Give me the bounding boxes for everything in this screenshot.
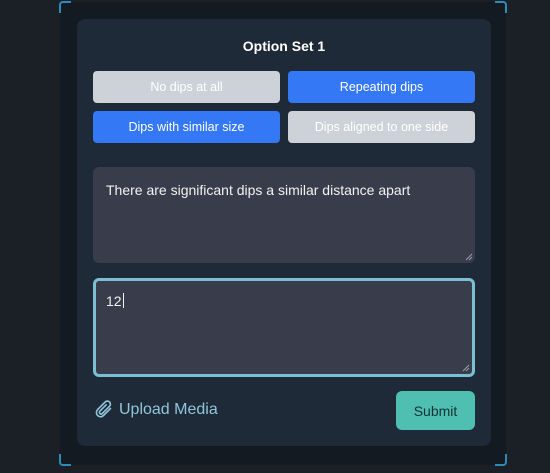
option-repeating-dips-button[interactable]: Repeating dips: [288, 71, 475, 103]
option-set-card: Option Set 1 No dips at all Repeating di…: [77, 19, 491, 446]
option-no-dips-button[interactable]: No dips at all: [93, 71, 280, 103]
frame-corner: [59, 454, 71, 466]
upload-media-button[interactable]: Upload Media: [95, 399, 218, 421]
description-textarea[interactable]: There are significant dips a similar dis…: [93, 167, 475, 263]
submit-button[interactable]: Submit: [396, 391, 475, 430]
option-aligned-one-side-button[interactable]: Dips aligned to one side: [288, 111, 475, 143]
frame-corner: [495, 454, 507, 466]
frame-corner: [59, 1, 71, 13]
upload-media-label: Upload Media: [119, 401, 218, 418]
resize-handle-icon[interactable]: [465, 253, 473, 261]
panel-title: Option Set 1: [242, 38, 326, 54]
text-caret: [122, 293, 124, 308]
resize-handle-icon[interactable]: [462, 364, 470, 372]
paperclip-icon: [95, 400, 112, 418]
description-text: There are significant dips a similar dis…: [106, 182, 411, 198]
frame-corner: [495, 1, 507, 13]
answer-textarea[interactable]: 12: [93, 278, 475, 377]
option-similar-size-button[interactable]: Dips with similar size: [93, 111, 280, 143]
answer-text: 12: [106, 293, 122, 309]
